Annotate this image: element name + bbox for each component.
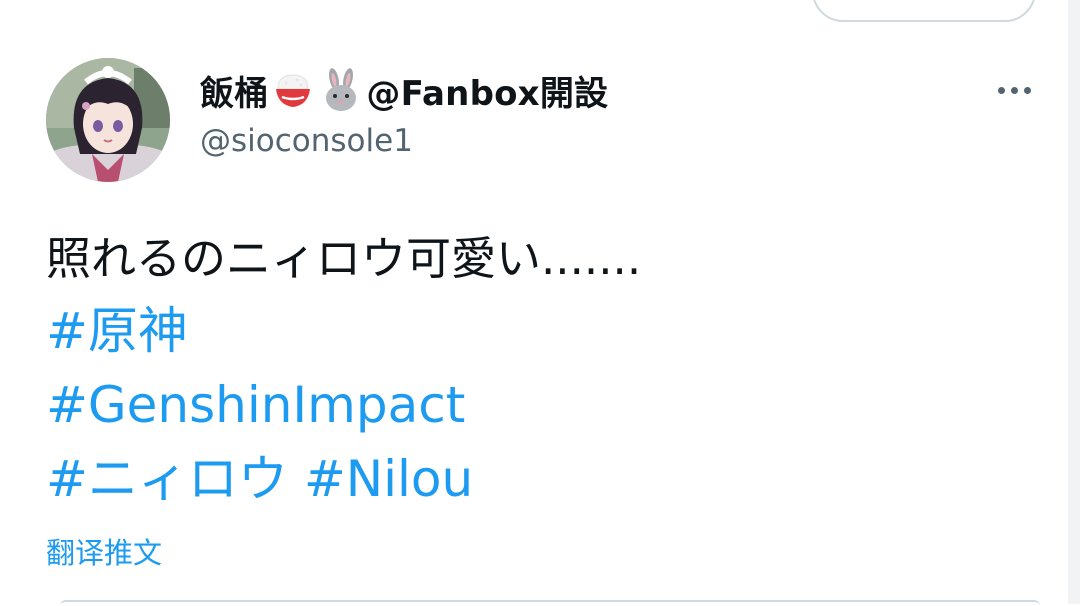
translate-tweet-link[interactable]: 翻译推文 [46,530,162,572]
hashtag-line: #ニィロウ #Nilou [46,442,641,516]
hashtag-link[interactable]: #原神 [46,302,188,360]
author-display-name[interactable]: 飯桶 @Fanbox開設 [200,66,608,114]
rice-bowl-icon [270,67,316,113]
hashtag-link[interactable]: #ニィロウ [46,450,288,508]
avatar[interactable] [46,58,170,182]
tweet-text: 照れるのニィロウ可愛い....... [46,232,642,285]
author-name-suffix: @Fanbox開設 [366,73,609,114]
top-button-edge[interactable] [812,0,1036,22]
more-options-button[interactable] [988,76,1040,104]
scrollbar-track [1068,0,1080,604]
hashtag-line: #GenshinImpact [46,368,641,442]
hashtag-line: #原神 [46,294,641,368]
author-name-text: 飯桶 [200,73,269,114]
bottom-card-edge [60,600,1040,606]
hashtag-link[interactable]: #GenshinImpact [46,376,465,434]
hashtag-link[interactable]: #Nilou [304,450,473,508]
rabbit-icon [318,67,364,113]
tweet-body: 照れるのニィロウ可愛い....... #原神 #GenshinImpact #ニ… [46,224,641,516]
author-handle[interactable]: @sioconsole1 [200,123,413,159]
more-horizontal-icon [997,86,1031,94]
